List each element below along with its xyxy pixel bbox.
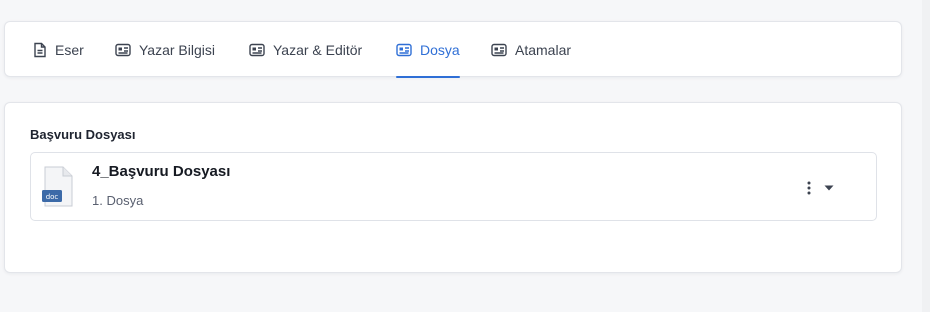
caret-down-icon[interactable] [821, 178, 837, 198]
tab-eser[interactable]: Eser [33, 22, 84, 78]
scrollbar[interactable] [922, 0, 930, 312]
document-icon [33, 42, 47, 58]
tab-yazar-editor[interactable]: Yazar & Editör [249, 22, 362, 78]
section-title: Başvuru Dosyası [30, 127, 136, 142]
id-card-icon [249, 43, 265, 57]
tab-dosya[interactable]: Dosya [396, 22, 460, 78]
doc-icon-label: doc [46, 193, 59, 201]
more-options-icon[interactable] [801, 178, 817, 198]
tab-label: Eser [55, 42, 84, 58]
id-card-icon [491, 43, 507, 57]
tab-label: Yazar Bilgisi [139, 42, 215, 58]
file-name: 4_Başvuru Dosyası [92, 163, 231, 180]
doc-file-icon: doc [41, 166, 75, 213]
tab-label: Yazar & Editör [273, 42, 363, 58]
file-subtitle: 1. Dosya [92, 193, 144, 208]
tab-yazar-bilgisi[interactable]: Yazar Bilgisi [115, 22, 215, 78]
tab-label: Atamalar [515, 42, 572, 58]
file-panel: Başvuru Dosyası doc 4_Başvuru Dosyası 1.… [4, 102, 902, 273]
tab-bar: Eser Yazar Bilgisi Yazar & Editör Dosya … [4, 21, 902, 78]
id-card-icon [396, 43, 412, 57]
tab-atamalar[interactable]: Atamalar [491, 22, 571, 78]
tab-label: Dosya [420, 42, 460, 58]
file-item[interactable]: doc 4_Başvuru Dosyası 1. Dosya [30, 152, 877, 221]
id-card-icon [115, 43, 131, 57]
